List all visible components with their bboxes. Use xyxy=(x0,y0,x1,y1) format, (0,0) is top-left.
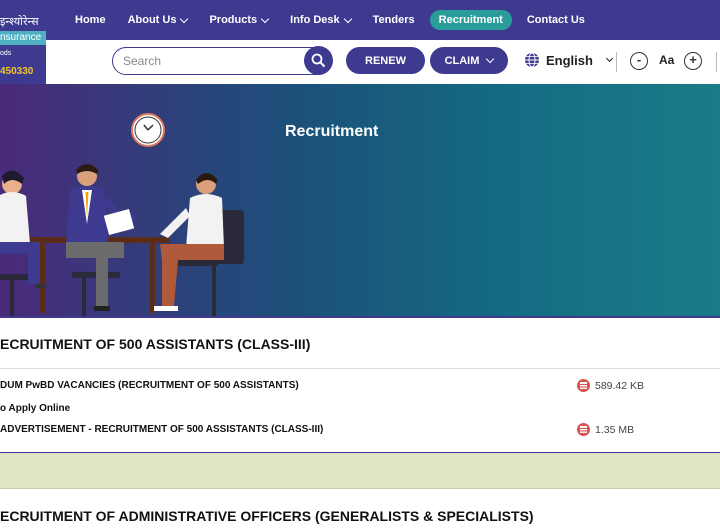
nav-contact-us[interactable]: Contact Us xyxy=(516,14,596,26)
globe-icon xyxy=(525,52,539,68)
language-label: English xyxy=(546,52,593,68)
document-link[interactable]: DUM PwBD VACANCIES (RECRUITMENT OF 500 A… xyxy=(0,380,299,391)
renew-label: RENEW xyxy=(365,54,406,67)
nav-about-us-label: About Us xyxy=(127,14,177,26)
apply-online-link[interactable]: o Apply Online xyxy=(0,403,70,414)
separator xyxy=(716,52,717,72)
language-selector[interactable]: English xyxy=(524,52,613,68)
logo-english-text: nsurance xyxy=(0,31,46,45)
chevron-down-icon xyxy=(486,54,495,64)
claim-button[interactable]: CLAIM xyxy=(430,47,508,74)
search-input[interactable] xyxy=(123,52,293,70)
highlight-row xyxy=(0,452,720,489)
nav-products-label: Products xyxy=(209,14,258,26)
nav-info-desk[interactable]: Info Desk xyxy=(279,14,362,26)
font-size-label: Aa xyxy=(659,53,675,67)
search-box xyxy=(112,46,333,75)
nav-products[interactable]: Products xyxy=(198,14,279,26)
nav-recruitment[interactable]: Recruitment xyxy=(429,10,512,30)
interview-illustration xyxy=(0,113,244,316)
chevron-down-icon xyxy=(260,14,270,23)
section-title[interactable]: ECRUITMENT OF 500 ASSISTANTS (CLASS-III) xyxy=(0,336,310,352)
nav-tenders-label: Tenders xyxy=(372,14,415,26)
nav-home-label: Home xyxy=(75,14,106,26)
utility-bar: RENEW CLAIM English - Aa + xyxy=(46,40,720,84)
page: Home About Us Products Info Desk Tenders… xyxy=(0,0,720,530)
top-nav-bar: Home About Us Products Info Desk Tenders… xyxy=(0,0,720,40)
chevron-down-icon xyxy=(180,14,189,23)
font-decrease-button[interactable]: - xyxy=(630,52,648,70)
banner-title: Recruitment xyxy=(285,123,379,140)
search-button[interactable] xyxy=(304,46,333,75)
clock-icon xyxy=(131,113,165,147)
file-size[interactable]: 589.42 KB xyxy=(577,379,644,392)
row-divider xyxy=(0,368,720,369)
brand-logo[interactable]: इन्श्योरेन्स nsurance ods 450330 xyxy=(0,0,46,84)
section-title[interactable]: ECRUITMENT OF ADMINISTRATIVE OFFICERS (G… xyxy=(0,508,534,524)
logo-hindi-text: इन्श्योरेन्स xyxy=(0,15,39,28)
nav-recruitment-label: Recruitment xyxy=(438,14,503,26)
chevron-down-icon xyxy=(343,14,352,23)
pdf-file-icon xyxy=(577,379,590,392)
nav-home[interactable]: Home xyxy=(64,14,117,26)
content-divider xyxy=(0,316,720,318)
file-size-label: 1.35 MB xyxy=(595,423,635,436)
nav-about-us[interactable]: About Us xyxy=(117,14,199,26)
claim-label: CLAIM xyxy=(444,54,480,67)
document-link[interactable]: ADVERTISEMENT - RECRUITMENT OF 500 ASSIS… xyxy=(0,424,323,435)
nav-info-desk-label: Info Desk xyxy=(290,14,340,26)
font-increase-button[interactable]: + xyxy=(684,52,702,70)
renew-button[interactable]: RENEW xyxy=(346,47,425,74)
logo-tagline: ods xyxy=(0,50,12,57)
nav-contact-us-label: Contact Us xyxy=(526,14,585,26)
chevron-down-icon xyxy=(605,54,613,63)
main-nav: Home About Us Products Info Desk Tenders… xyxy=(64,0,596,40)
search-icon xyxy=(311,53,326,68)
file-size-label: 589.42 KB xyxy=(595,379,645,392)
nav-tenders[interactable]: Tenders xyxy=(362,14,426,26)
pdf-file-icon xyxy=(577,423,590,436)
file-size[interactable]: 1.35 MB xyxy=(577,423,634,436)
separator xyxy=(616,52,617,72)
logo-phone: 450330 xyxy=(0,66,34,77)
